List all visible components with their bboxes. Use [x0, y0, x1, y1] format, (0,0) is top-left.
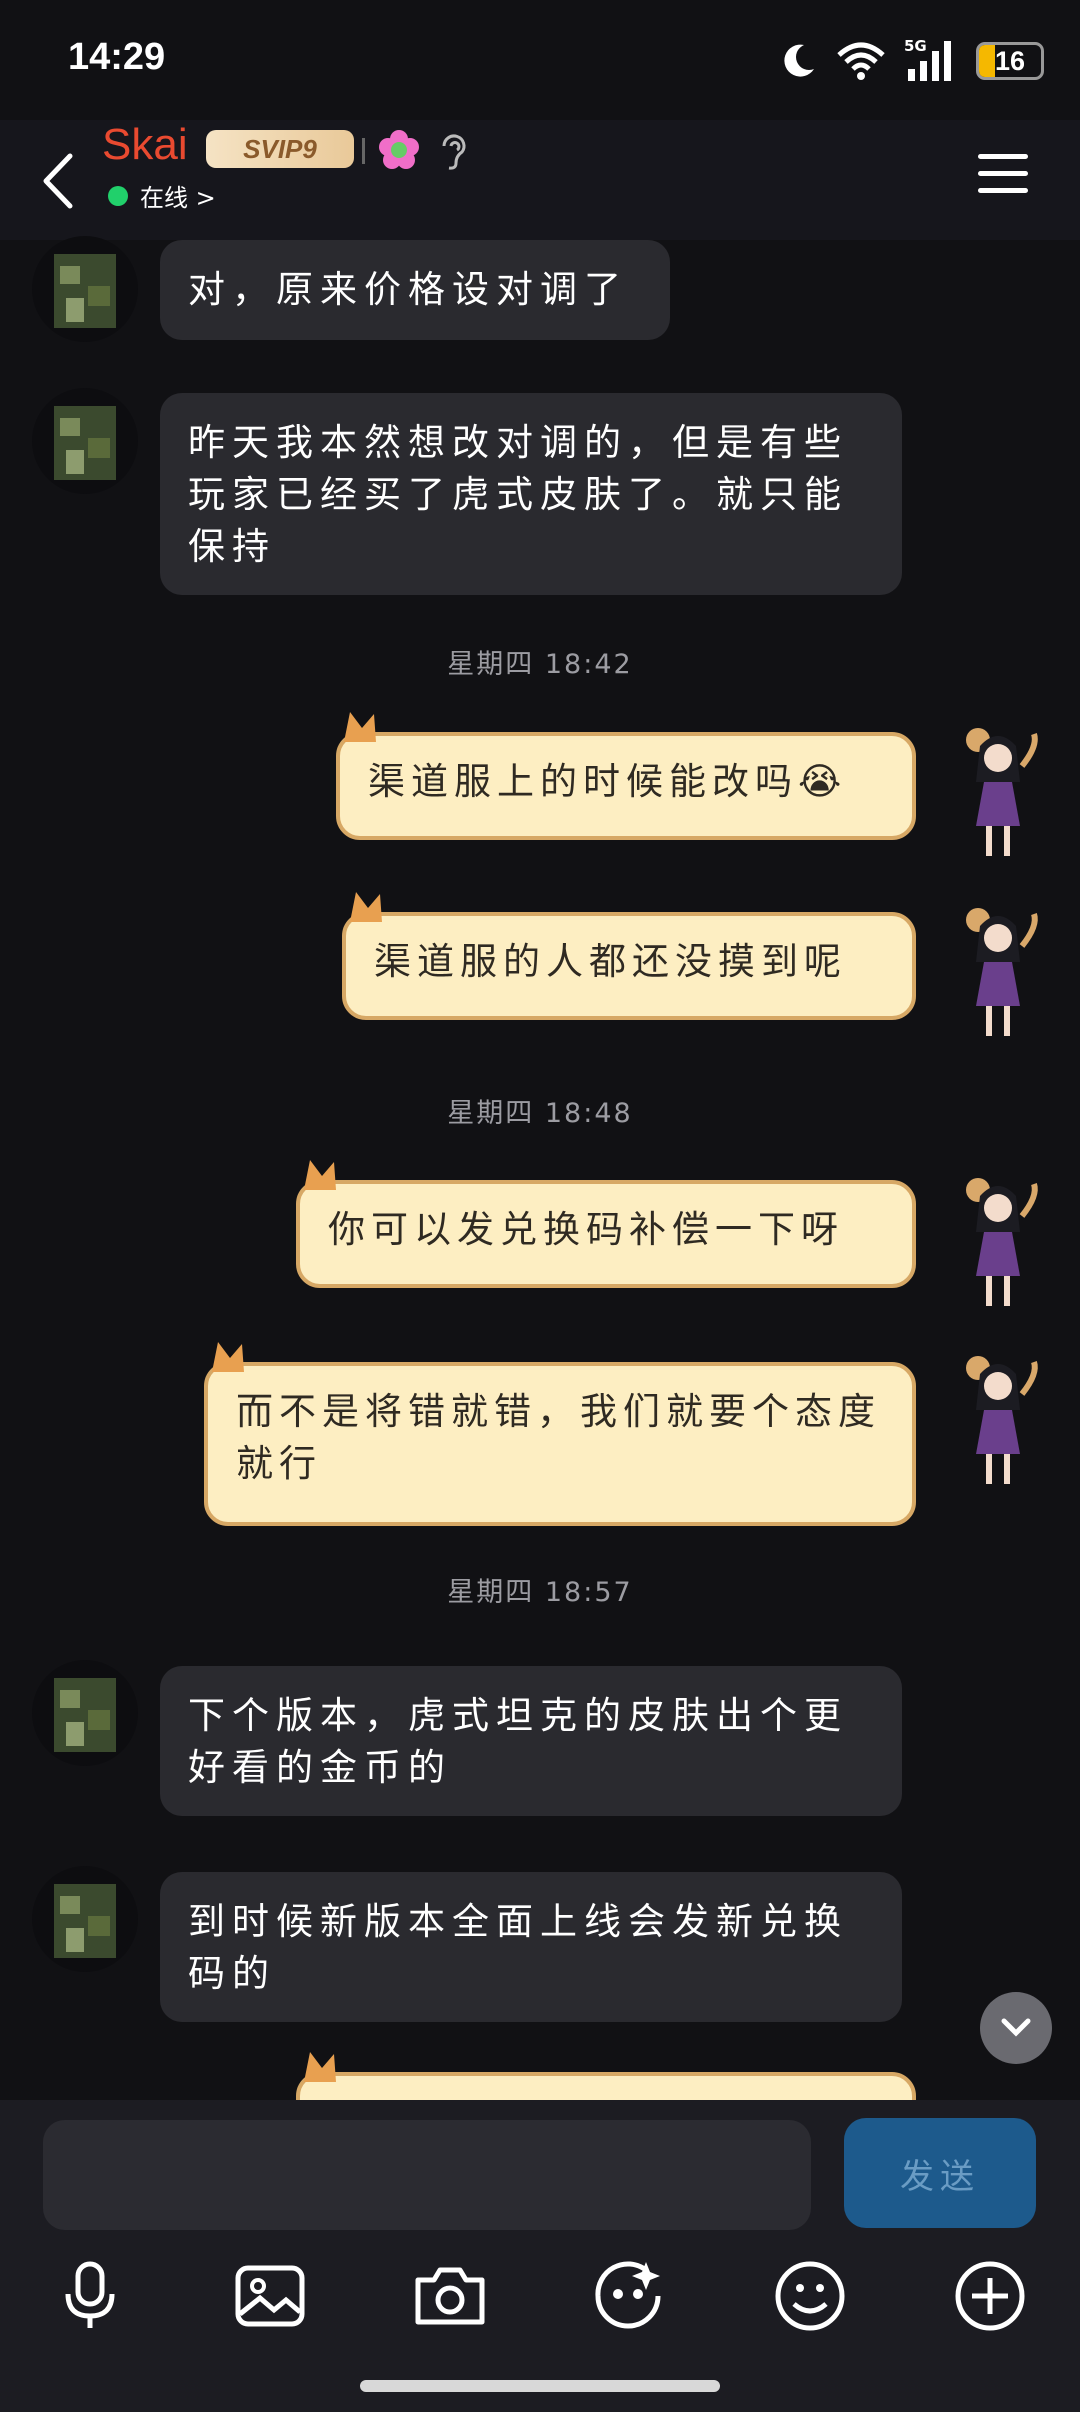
ear-icon[interactable] [436, 130, 472, 172]
chat-header: Skai SVIP9 在线 > [0, 120, 1080, 240]
contact-avatar[interactable] [32, 236, 138, 342]
my-avatar[interactable] [952, 906, 1052, 1046]
menu-icon[interactable] [978, 154, 1028, 198]
message-bubble-outgoing[interactable]: 而不是将错就错，我们就要个态度就行 [204, 1342, 916, 1526]
contact-avatar[interactable] [32, 388, 138, 494]
camera-icon[interactable] [410, 2256, 490, 2336]
crying-emoji: 😭 [798, 760, 848, 803]
timestamp: 星期四 18:42 [447, 649, 633, 680]
timestamp: 星期四 18:48 [447, 1098, 633, 1129]
message-bubble-incoming[interactable]: 对，原来价格设对调了 [160, 240, 670, 340]
message-bubble-incoming[interactable]: 下个版本，虎式坦克的皮肤出个更好看的金币的 [160, 1666, 902, 1816]
online-status-dot [108, 186, 128, 206]
cat-ear-icon [344, 712, 376, 742]
message-bubble-incoming[interactable]: 到时候新版本全面上线会发新兑换码的 [160, 1872, 902, 2022]
home-indicator[interactable] [360, 2380, 720, 2392]
cat-ear-icon [304, 2052, 336, 2082]
scroll-down-button[interactable] [980, 1992, 1052, 2064]
message-bubble-outgoing[interactable]: 渠道服的人都还没摸到呢 [342, 892, 916, 1020]
plus-icon[interactable] [950, 2256, 1030, 2336]
status-icons: 5G 16 [778, 36, 1044, 86]
message-input[interactable] [43, 2120, 811, 2230]
divider [362, 138, 365, 164]
contact-name[interactable]: Skai [102, 120, 188, 170]
contact-avatar[interactable] [32, 1866, 138, 1972]
signal-icon: 5G [904, 37, 958, 83]
image-icon[interactable] [230, 2256, 310, 2336]
cat-ear-icon [212, 1342, 244, 1372]
mic-icon[interactable] [50, 2256, 130, 2336]
battery-icon: 16 [976, 42, 1044, 80]
timestamp: 星期四 18:57 [447, 1577, 633, 1608]
my-avatar[interactable] [952, 1176, 1052, 1316]
status-bar: 14:29 5G 16 [0, 0, 1080, 120]
vip-badge[interactable]: SVIP9 [206, 130, 354, 168]
battery-level: 16 [994, 45, 1026, 76]
my-avatar[interactable] [952, 726, 1052, 866]
input-bar: 发送 [0, 2100, 1080, 2412]
cat-ear-icon [304, 1160, 336, 1190]
contact-avatar[interactable] [32, 1660, 138, 1766]
moon-icon [784, 44, 814, 77]
message-bubble-incoming[interactable]: 昨天我本然想改对调的，但是有些玩家已经买了虎式皮肤了。就只能保持 [160, 393, 902, 595]
emoji-icon[interactable] [770, 2256, 850, 2336]
back-arrow-icon[interactable] [30, 146, 90, 216]
online-status[interactable]: 在线 > [140, 178, 216, 213]
send-button[interactable]: 发送 [844, 2118, 1036, 2228]
message-bubble-outgoing[interactable]: 你可以发兑换码补偿一下呀 [296, 1160, 916, 1288]
sticker-icon[interactable] [588, 2256, 668, 2336]
cat-ear-icon [350, 892, 382, 922]
wifi-icon [837, 42, 885, 80]
chevron-down-icon [1001, 2018, 1031, 2037]
flower-icon[interactable] [377, 128, 421, 172]
message-bubble-outgoing[interactable]: 渠道服上的时候能改吗😭 [336, 712, 916, 840]
status-time: 14:29 [68, 36, 166, 78]
my-avatar[interactable] [952, 1354, 1052, 1494]
